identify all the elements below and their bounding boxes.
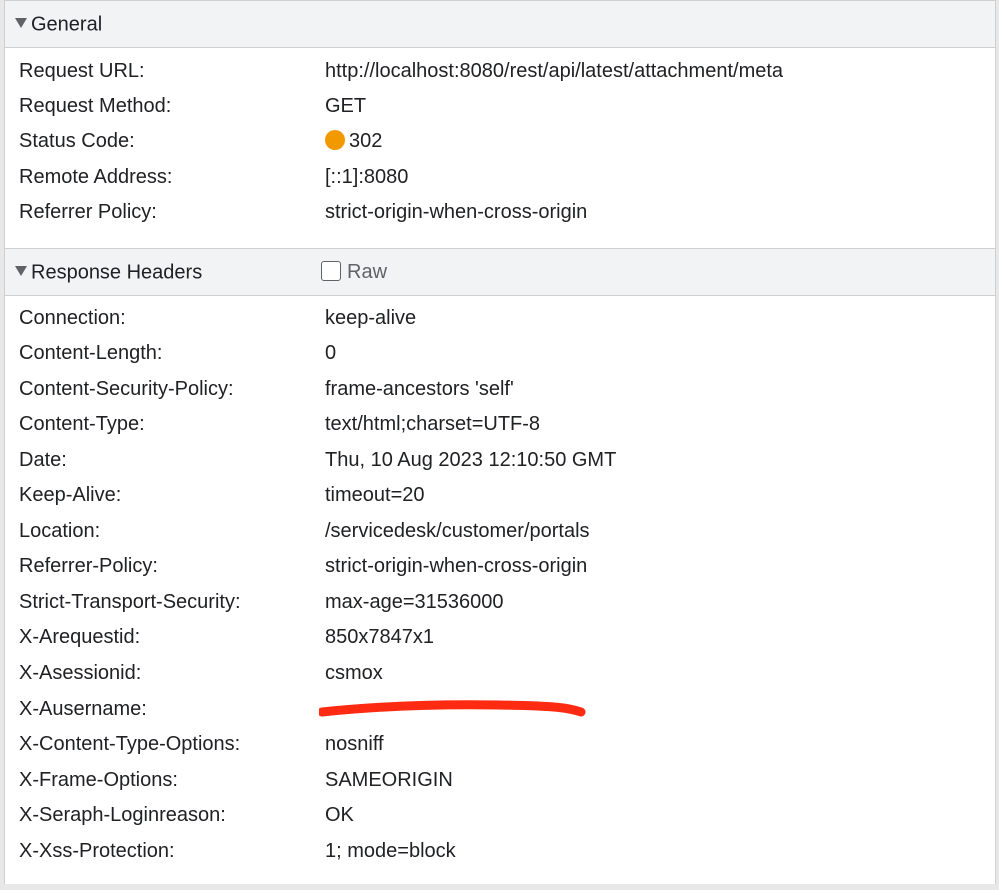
response-headers-section-header[interactable]: Response Headers Raw: [5, 248, 995, 296]
raw-label: Raw: [347, 261, 388, 283]
row-value: keep-alive: [325, 307, 417, 329]
row-key: Date:: [19, 449, 67, 471]
row-key: X-Xss-Protection:: [19, 840, 175, 862]
row-value: /servicedesk/customer/portals: [325, 520, 590, 542]
row-key: Referrer Policy:: [19, 201, 157, 223]
status-value: 302: [325, 123, 382, 159]
raw-toggle[interactable]: Raw: [321, 249, 387, 295]
row-key: Request Method:: [19, 95, 172, 117]
row-value: strict-origin-when-cross-origin: [325, 201, 588, 223]
collapse-triangle-icon[interactable]: [15, 17, 27, 28]
row-key: Status Code:: [19, 130, 135, 152]
row-key: Location:: [19, 520, 101, 542]
row-value: text/html;charset=UTF-8: [325, 413, 541, 435]
row-key: Connection:: [19, 307, 126, 329]
row-value: Thu, 10 Aug 2023 12:10:50 GMT: [325, 449, 617, 471]
collapse-triangle-icon[interactable]: [15, 265, 27, 276]
row-value: strict-origin-when-cross-origin: [325, 555, 588, 577]
row-value: GET: [325, 95, 367, 117]
row-key: X-Frame-Options:: [19, 769, 178, 791]
redaction-scribble-icon: [319, 700, 586, 717]
row-value: SAMEORIGIN: [325, 769, 453, 791]
row-key: X-Seraph-Loginreason:: [19, 804, 226, 826]
row-key: X-Asessionid:: [19, 662, 142, 684]
row-value: max-age=31536000: [325, 591, 504, 613]
row-key: X-Ausername:: [19, 698, 147, 720]
status-dot-icon: [325, 129, 345, 150]
row-key: Request URL:: [19, 60, 145, 82]
headers-panel: General Request URL: http://localhost:80…: [4, 0, 996, 886]
general-section-header[interactable]: General: [5, 0, 995, 48]
response-headers-title: Response Headers: [31, 261, 203, 284]
row-key: Strict-Transport-Security:: [19, 591, 241, 613]
row-key: Content-Security-Policy:: [19, 378, 234, 400]
row-key: X-Arequestid:: [19, 626, 141, 648]
row-value: [::1]:8080: [325, 166, 409, 188]
bottom-bar: [0, 884, 999, 890]
row-value: 850x7847x1: [325, 626, 434, 648]
status-code: 302: [349, 130, 383, 152]
row-value: http://localhost:8080/rest/api/latest/at…: [325, 60, 784, 82]
row-value: timeout=20: [325, 484, 425, 506]
row-key: X-Content-Type-Options:: [19, 733, 241, 755]
row-value: OK: [325, 804, 354, 826]
row-key: Keep-Alive:: [19, 484, 122, 506]
row-value: frame-ancestors 'self': [325, 378, 514, 400]
row-key: Referrer-Policy:: [19, 555, 158, 577]
row-value: csmox: [325, 662, 383, 684]
raw-checkbox[interactable]: [321, 260, 341, 281]
row-key: Content-Type:: [19, 413, 145, 435]
row-value: 0: [325, 342, 337, 364]
row-value: nosniff: [325, 733, 384, 755]
general-title: General: [31, 13, 103, 36]
row-key: Content-Length:: [19, 342, 163, 364]
row-value: 1; mode=block: [325, 840, 456, 862]
row-key: Remote Address:: [19, 166, 173, 188]
